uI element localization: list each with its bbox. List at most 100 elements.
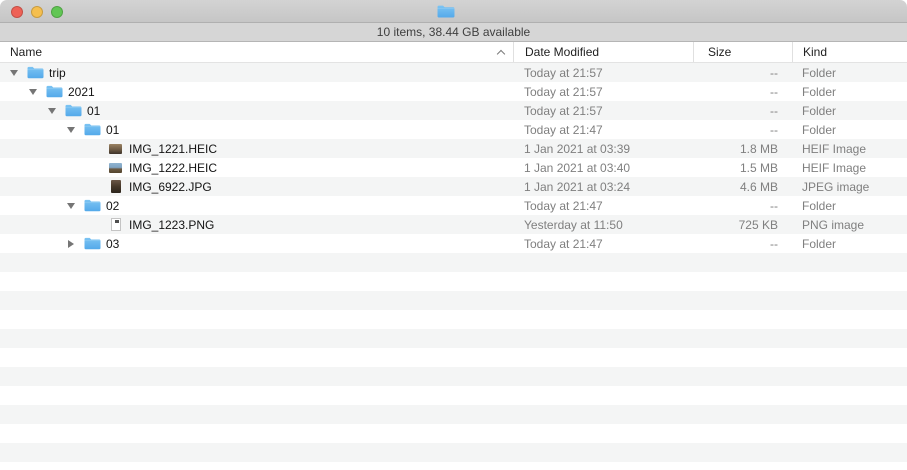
table-row[interactable]: IMG_1221.HEIC1 Jan 2021 at 03:391.8 MBHE… [0, 139, 907, 158]
disclosure-slot[interactable] [27, 89, 38, 95]
column-header-row: Name Date Modified Size Kind [0, 42, 907, 63]
empty-area [0, 253, 907, 469]
disclosure-triangle-expanded-icon[interactable] [67, 127, 75, 133]
size-cell: 725 KB [693, 215, 792, 234]
disclosure-slot[interactable] [8, 70, 19, 76]
folder-icon [84, 198, 101, 213]
file-name-label: 01 [106, 123, 119, 137]
disclosure-triangle-collapsed-icon[interactable] [68, 240, 74, 248]
table-row[interactable]: 03 Today at 21:47--Folder [0, 234, 907, 253]
folder-icon [84, 122, 101, 137]
kind-cell: Folder [792, 82, 907, 101]
sort-ascending-icon [497, 49, 505, 57]
photo-thumbnail-landscape-1 [107, 141, 124, 156]
table-row[interactable]: tripToday at 21:57--Folder [0, 63, 907, 82]
status-bar: 10 items, 38.44 GB available [0, 23, 907, 42]
disclosure-triangle-expanded-icon[interactable] [10, 70, 18, 76]
file-name-label: 02 [106, 199, 119, 213]
table-row[interactable]: 01 Today at 21:57--Folder [0, 101, 907, 120]
kind-cell: JPEG image [792, 177, 907, 196]
status-text: 10 items, 38.44 GB available [377, 25, 530, 39]
date-modified-cell: Today at 21:57 [513, 63, 693, 82]
date-modified-cell: Today at 21:57 [513, 82, 693, 101]
disclosure-slot[interactable] [46, 108, 57, 114]
size-cell: -- [693, 234, 792, 253]
table-row[interactable]: IMG_1223.PNG Yesterday at 11:50725 KBPNG … [0, 215, 907, 234]
size-cell: -- [693, 120, 792, 139]
name-cell: 2021 [0, 82, 513, 101]
kind-cell: Folder [792, 101, 907, 120]
name-cell: trip [0, 63, 513, 82]
title-bar[interactable] [0, 0, 907, 23]
column-header-name-label: Name [10, 45, 42, 59]
size-cell: -- [693, 82, 792, 101]
file-name-label: IMG_1223.PNG [129, 218, 214, 232]
png-thumbnail [107, 217, 124, 232]
photo-thumbnail-portrait [107, 179, 124, 194]
folder-icon [84, 236, 101, 251]
date-modified-cell: Today at 21:47 [513, 196, 693, 215]
column-header-kind[interactable]: Kind [792, 42, 907, 62]
file-list: tripToday at 21:57--Folder2021Today at 2… [0, 63, 907, 253]
date-modified-cell: Today at 21:47 [513, 234, 693, 253]
table-row[interactable]: 02 Today at 21:47--Folder [0, 196, 907, 215]
traffic-lights [11, 6, 63, 18]
date-modified-cell: 1 Jan 2021 at 03:24 [513, 177, 693, 196]
name-cell: 01 [0, 101, 513, 120]
date-modified-cell: 1 Jan 2021 at 03:39 [513, 139, 693, 158]
date-modified-cell: 1 Jan 2021 at 03:40 [513, 158, 693, 177]
disclosure-slot[interactable] [65, 127, 76, 133]
column-header-size[interactable]: Size [693, 42, 792, 62]
file-name-label: 01 [87, 104, 100, 118]
minimize-button[interactable] [31, 6, 43, 18]
kind-cell: HEIF Image [792, 139, 907, 158]
kind-cell: Folder [792, 63, 907, 82]
column-header-name[interactable]: Name [0, 42, 513, 62]
folder-proxy-icon[interactable] [437, 4, 455, 19]
size-cell: 4.6 MB [693, 177, 792, 196]
size-cell: -- [693, 196, 792, 215]
date-modified-cell: Today at 21:57 [513, 101, 693, 120]
close-button[interactable] [11, 6, 23, 18]
disclosure-triangle-expanded-icon[interactable] [67, 203, 75, 209]
column-header-size-label: Size [708, 45, 731, 59]
folder-icon [65, 103, 82, 118]
size-cell: -- [693, 101, 792, 120]
table-row[interactable]: IMG_6922.JPG 1 Jan 2021 at 03:244.6 MBJPE… [0, 177, 907, 196]
kind-cell: Folder [792, 120, 907, 139]
photo-thumbnail-landscape-2 [107, 160, 124, 175]
folder-icon [27, 65, 44, 80]
file-name-label: IMG_6922.JPG [129, 180, 212, 194]
date-modified-cell: Yesterday at 11:50 [513, 215, 693, 234]
table-row[interactable]: 2021 Today at 21:57--Folder [0, 82, 907, 101]
finder-window: 10 items, 38.44 GB available Name Date M… [0, 0, 907, 470]
table-row[interactable]: 01 Today at 21:47--Folder [0, 120, 907, 139]
file-name-label: IMG_1221.HEIC [129, 142, 217, 156]
disclosure-triangle-expanded-icon[interactable] [29, 89, 37, 95]
zoom-button[interactable] [51, 6, 63, 18]
date-modified-cell: Today at 21:47 [513, 120, 693, 139]
name-cell: IMG_1221.HEIC [0, 139, 513, 158]
name-cell: IMG_1223.PNG [0, 215, 513, 234]
name-cell: IMG_6922.JPG [0, 177, 513, 196]
table-row[interactable]: IMG_1222.HEIC1 Jan 2021 at 03:401.5 MBHE… [0, 158, 907, 177]
folder-icon [46, 84, 63, 99]
disclosure-triangle-expanded-icon[interactable] [48, 108, 56, 114]
kind-cell: Folder [792, 196, 907, 215]
name-cell: 01 [0, 120, 513, 139]
kind-cell: PNG image [792, 215, 907, 234]
column-header-kind-label: Kind [803, 45, 827, 59]
kind-cell: HEIF Image [792, 158, 907, 177]
disclosure-slot[interactable] [65, 203, 76, 209]
file-name-label: 2021 [68, 85, 95, 99]
name-cell: 02 [0, 196, 513, 215]
file-name-label: 03 [106, 237, 119, 251]
column-header-date-modified[interactable]: Date Modified [513, 42, 693, 62]
file-name-label: IMG_1222.HEIC [129, 161, 217, 175]
name-cell: IMG_1222.HEIC [0, 158, 513, 177]
column-header-date-label: Date Modified [525, 45, 599, 59]
disclosure-slot[interactable] [65, 240, 76, 248]
name-cell: 03 [0, 234, 513, 253]
file-name-label: trip [49, 66, 66, 80]
kind-cell: Folder [792, 234, 907, 253]
